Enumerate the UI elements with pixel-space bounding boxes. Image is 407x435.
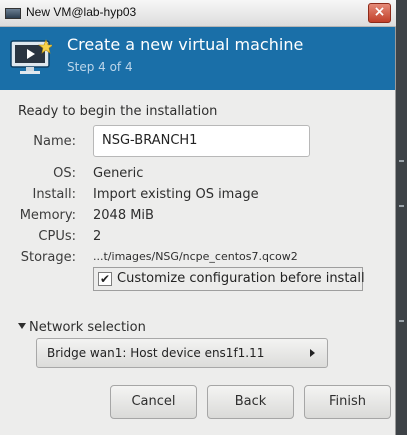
background-mark [399,205,404,207]
background-mark [399,320,404,322]
network-source-value: Bridge wan1: Host device ens1f1.11 [47,346,265,360]
background-mark [399,160,404,162]
back-button[interactable]: Back [207,385,294,419]
network-selection-label: Network selection [29,320,146,335]
finish-button[interactable]: Finish [304,385,391,419]
background-desktop-edge [396,0,407,435]
storage-label: Storage: [20,250,76,265]
storage-value: ...t/images/NSG/ncpe_centos7.qcow2 [93,250,298,263]
expander-arrow-icon [18,323,26,329]
ready-heading: Ready to begin the installation [18,104,218,119]
name-label: Name: [33,134,76,149]
memory-label: Memory: [19,208,76,223]
chevron-right-icon [310,349,315,357]
install-value: Import existing OS image [93,187,259,202]
os-value: Generic [93,166,144,181]
wizard-title: Create a new virtual machine [67,35,304,54]
virt-manager-icon [5,8,21,19]
network-source-dropdown[interactable]: Bridge wan1: Host device ens1f1.11 [36,338,328,368]
wizard-header: Create a new virtual machine Step 4 of 4 [0,27,395,90]
wizard-step: Step 4 of 4 [67,60,133,74]
window-title: New VM@lab-hyp03 [26,5,137,19]
customize-checkbox[interactable]: ✔ [98,272,112,286]
title-bar[interactable]: New VM@lab-hyp03 × [0,0,396,27]
memory-value: 2048 MiB [93,208,154,223]
cpus-value: 2 [93,229,102,244]
customize-label[interactable]: Customize configuration before install [117,271,365,286]
vm-monitor-icon [10,39,52,74]
cancel-button[interactable]: Cancel [110,385,197,419]
customize-checkbox-row[interactable]: ✔ Customize configuration before install [93,267,365,291]
install-label: Install: [32,187,76,202]
os-label: OS: [53,166,76,181]
close-button[interactable]: × [368,3,391,23]
new-vm-dialog: New VM@lab-hyp03 × Create a new virtual … [0,0,396,435]
name-input[interactable]: NSG-BRANCH1 [93,125,310,157]
network-selection-expander[interactable]: Network selection [18,320,146,335]
cpus-label: CPUs: [38,229,76,244]
